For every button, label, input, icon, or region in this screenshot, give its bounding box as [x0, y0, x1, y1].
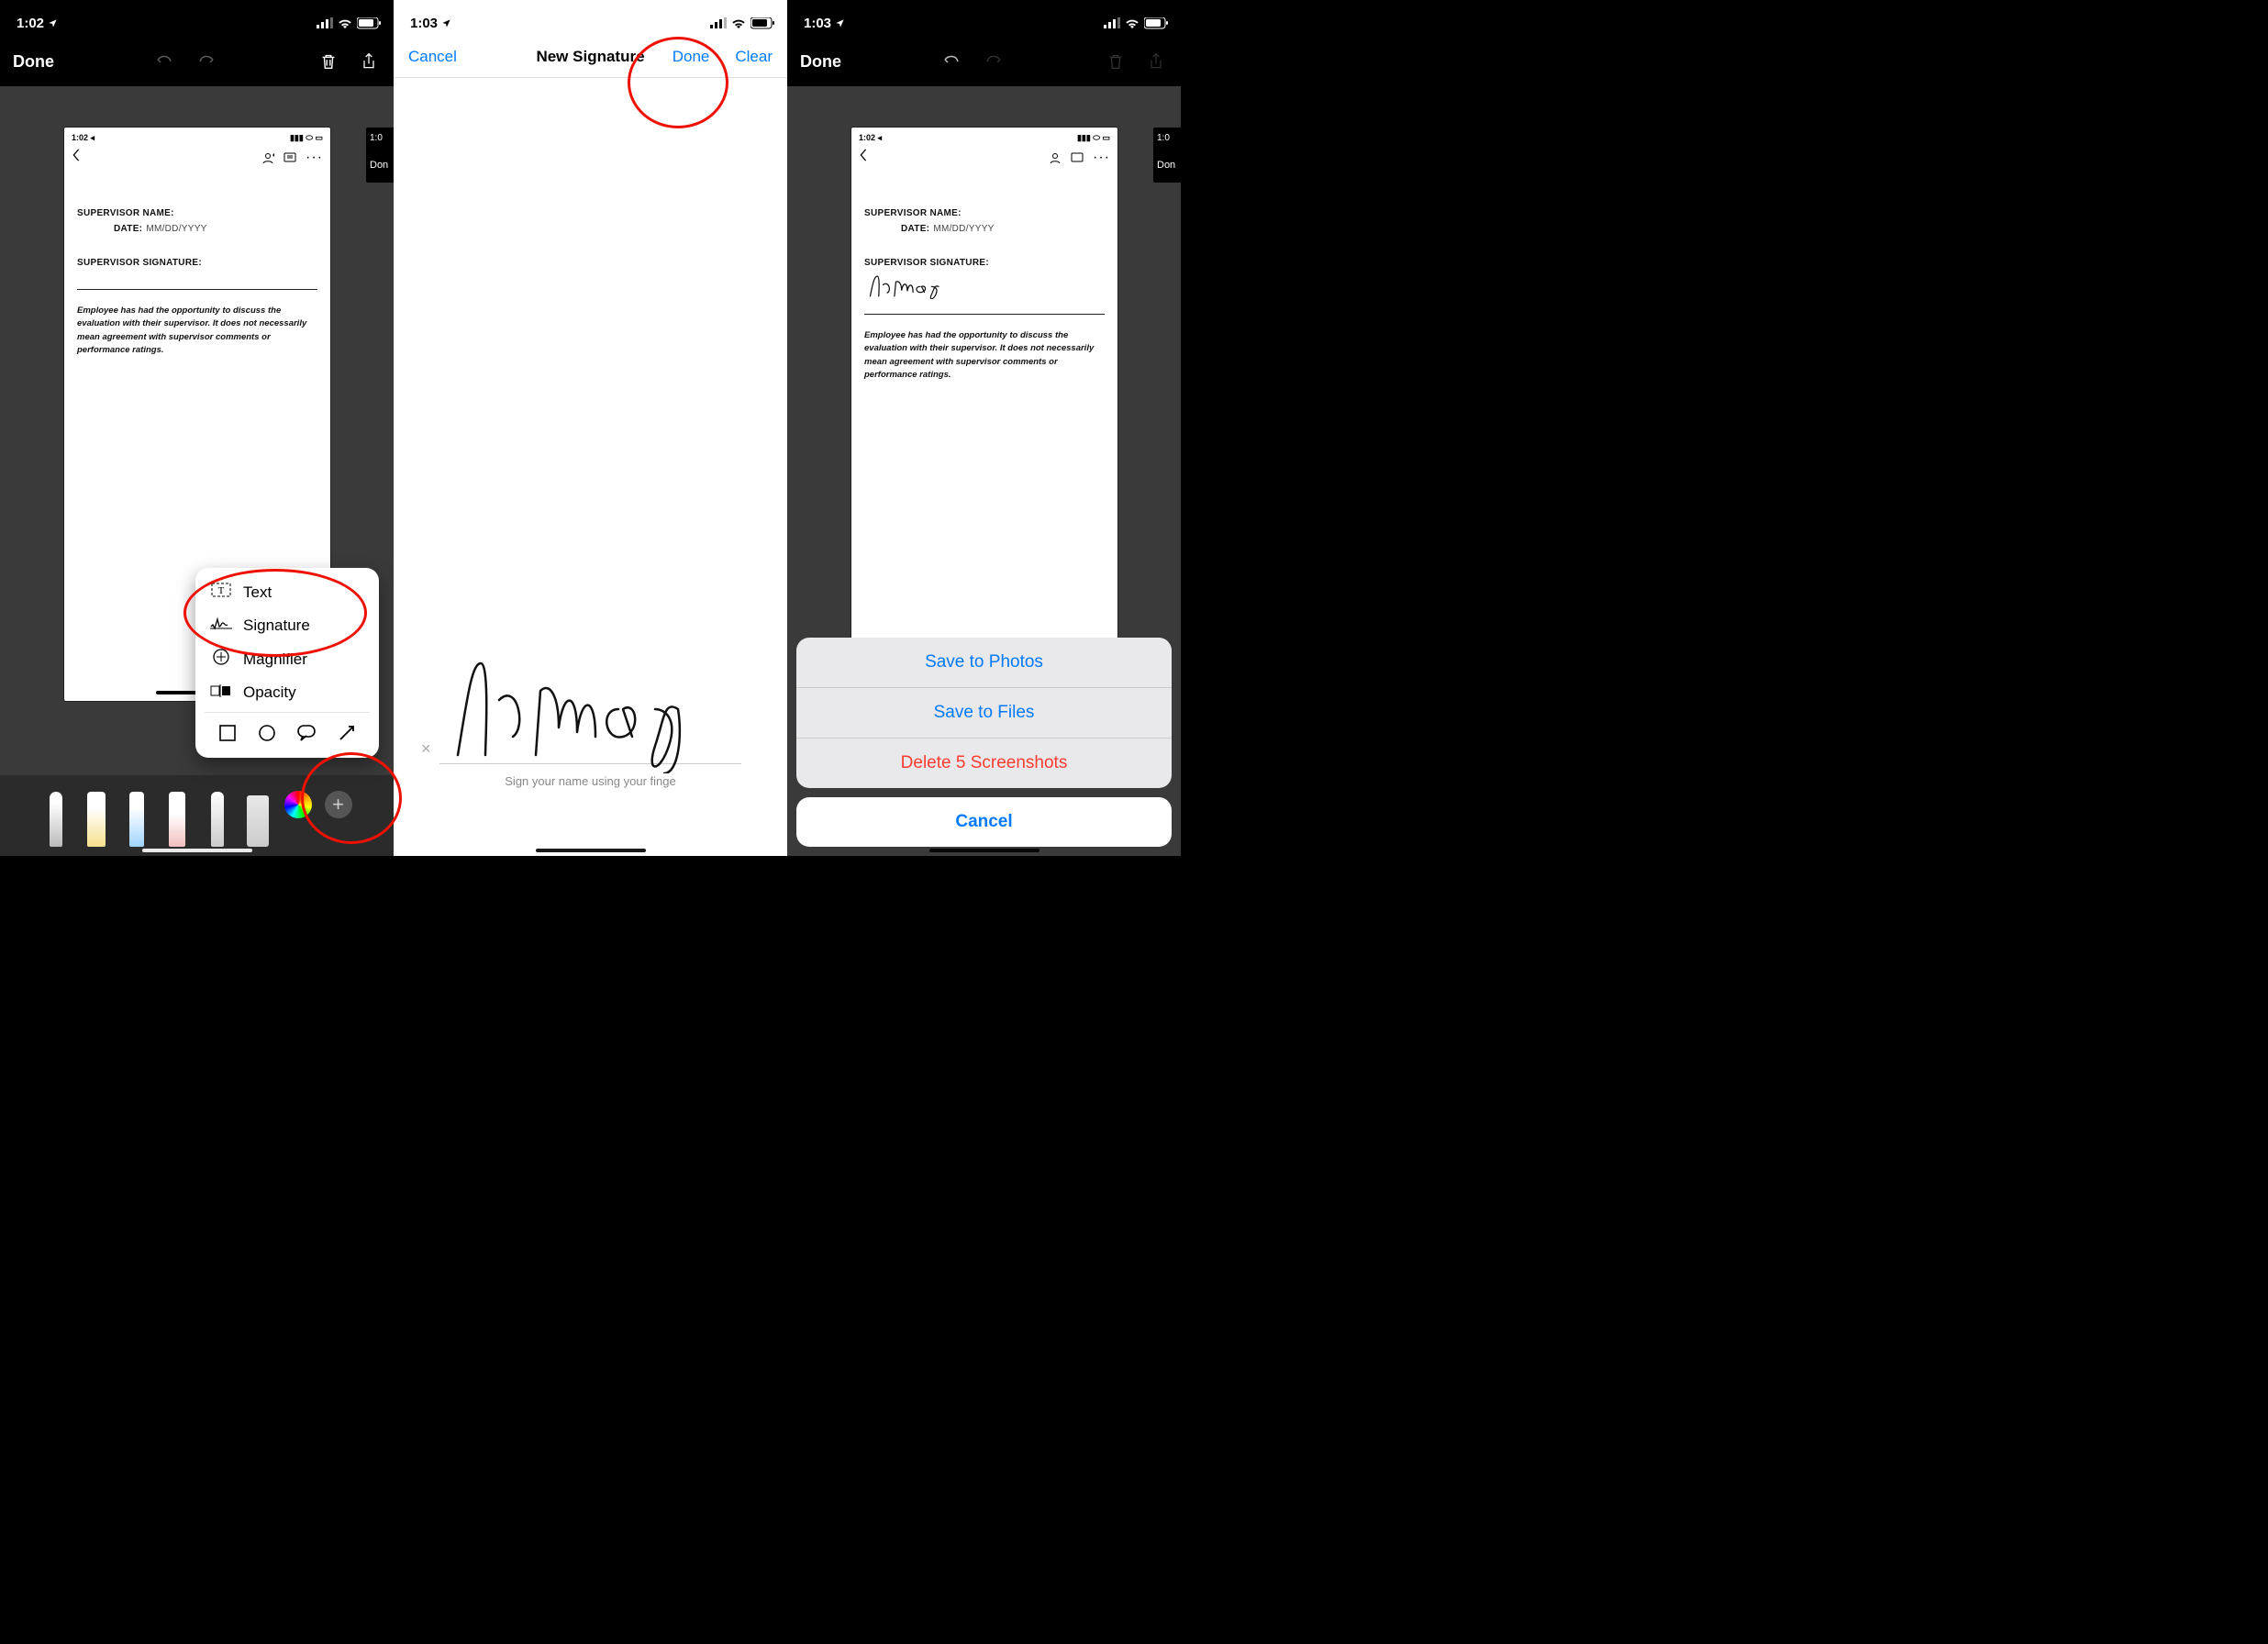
tool-pen[interactable]: [42, 786, 70, 847]
save-to-photos-button[interactable]: Save to Photos: [796, 638, 1172, 688]
signature-canvas[interactable]: × Sign your name using your finge: [394, 92, 787, 856]
x-mark: ×: [421, 739, 431, 759]
signature-line: [864, 298, 1105, 315]
cancel-button[interactable]: Cancel: [796, 797, 1172, 847]
location-icon: [835, 18, 845, 28]
done-button[interactable]: Done: [673, 48, 710, 66]
tool-ruler[interactable]: [244, 786, 272, 847]
home-indicator-icon: [929, 849, 1040, 852]
shape-arrow-icon[interactable]: [338, 724, 356, 747]
color-picker[interactable]: [284, 791, 312, 818]
popup-signature[interactable]: Signature: [195, 609, 379, 641]
done-button[interactable]: Done: [13, 52, 54, 72]
status-time: 1:02: [17, 16, 44, 31]
wifi-icon: [731, 17, 746, 28]
undo-icon[interactable]: [153, 50, 177, 73]
markup-navbar: Done: [787, 37, 1181, 86]
signature-icon: [210, 616, 232, 635]
field-date: DATE: MM/DD/YYYY: [114, 224, 317, 234]
trash-icon[interactable]: [1104, 50, 1128, 73]
right-pane: 1:03 Done 1:02 ◂ ▮▮▮ ⬭ ▭: [787, 0, 1181, 856]
cell-signal-icon: [317, 17, 333, 28]
home-indicator-icon: [142, 849, 252, 852]
popup-text[interactable]: T Text: [195, 575, 379, 609]
wifi-icon: [1125, 17, 1140, 28]
more-icon: ···: [306, 150, 323, 166]
tool-lasso[interactable]: [204, 786, 231, 847]
clear-button[interactable]: Clear: [735, 48, 773, 66]
popup-opacity[interactable]: Opacity: [195, 677, 379, 708]
battery-icon: [357, 17, 381, 29]
battery-icon: [750, 17, 774, 29]
delete-screenshots-button[interactable]: Delete 5 Screenshots: [796, 739, 1172, 788]
home-indicator-icon: [536, 849, 646, 852]
disclaimer-text: Employee has had the opportunity to disc…: [77, 305, 317, 357]
thumb-status-bar: 1:02 ◂ ▮▮▮ ⬭ ▭: [64, 128, 330, 145]
next-thumbnail-sliver[interactable]: 1:0 Don: [1153, 128, 1181, 183]
add-person-icon: [261, 152, 274, 163]
field-supervisor-name: SUPERVISOR NAME:: [77, 208, 317, 218]
shape-square-icon[interactable]: [218, 724, 237, 747]
share-icon[interactable]: [357, 50, 381, 73]
undo-icon[interactable]: [940, 50, 964, 73]
share-icon[interactable]: [1144, 50, 1168, 73]
center-pane: 1:03 Cancel New Signature Done Clear × S…: [394, 0, 787, 856]
shape-speech-icon[interactable]: [296, 724, 317, 747]
disclaimer-text: Employee has had the opportunity to disc…: [864, 329, 1105, 382]
screenshot-thumbnail[interactable]: 1:02 ◂ ▮▮▮ ⬭ ▭ ··· SUPERVISOR NAME: DATE…: [851, 128, 1117, 641]
trash-icon[interactable]: [317, 50, 340, 73]
shape-circle-icon[interactable]: [258, 724, 276, 747]
insert-popup: T Text Signature Magnifier Opac: [195, 568, 379, 758]
field-signature: SUPERVISOR SIGNATURE:: [77, 258, 317, 268]
tool-pencil[interactable]: [123, 786, 150, 847]
redo-icon[interactable]: [194, 50, 217, 73]
tool-dock: +: [0, 775, 394, 856]
comment-icon: [284, 152, 296, 163]
svg-text:T: T: [218, 585, 225, 596]
markup-navbar: Done: [0, 37, 394, 86]
thumb-status-bar: 1:02 ◂ ▮▮▮ ⬭ ▭: [851, 128, 1117, 145]
location-icon: [441, 18, 451, 28]
signature-hint: Sign your name using your finge: [394, 774, 787, 788]
handwritten-signature: [449, 645, 724, 773]
status-time: 1:03: [410, 16, 438, 31]
back-icon: [72, 149, 81, 166]
signature-navbar: Cancel New Signature Done Clear: [394, 37, 787, 78]
status-bar: 1:03: [787, 0, 1181, 37]
markup-stage[interactable]: 1:02 ◂ ▮▮▮ ⬭ ▭ ··· SUPERVISOR NAME: DATE…: [0, 86, 394, 856]
field-signature: SUPERVISOR SIGNATURE:: [864, 258, 1105, 268]
next-thumbnail-sliver[interactable]: 1:0 Don: [366, 128, 394, 183]
cancel-button[interactable]: Cancel: [408, 48, 457, 66]
cell-signal-icon: [1104, 17, 1120, 28]
field-supervisor-name: SUPERVISOR NAME:: [864, 208, 1105, 218]
save-to-files-button[interactable]: Save to Files: [796, 688, 1172, 739]
left-pane: 1:02 Done: [0, 0, 394, 856]
status-bar: 1:03: [394, 0, 787, 37]
placed-signature: [864, 273, 956, 299]
field-date: DATE: MM/DD/YYYY: [901, 224, 1105, 234]
battery-icon: [1144, 17, 1168, 29]
text-icon: T: [210, 582, 232, 603]
back-icon: [859, 149, 868, 166]
redo-icon[interactable]: [981, 50, 1005, 73]
status-time: 1:03: [804, 16, 831, 31]
opacity-icon: [210, 683, 232, 702]
add-person-icon: [1049, 152, 1062, 163]
popup-magnifier[interactable]: Magnifier: [195, 641, 379, 677]
status-bar: 1:02: [0, 0, 394, 37]
cell-signal-icon: [710, 17, 727, 28]
magnifier-icon: [210, 648, 232, 671]
wifi-icon: [338, 17, 352, 28]
location-icon: [48, 18, 58, 28]
more-icon: ···: [1093, 150, 1110, 166]
tool-eraser[interactable]: [163, 786, 191, 847]
tool-marker[interactable]: [83, 786, 110, 847]
done-button[interactable]: Done: [800, 52, 841, 72]
signature-line: [77, 273, 317, 290]
comment-icon: [1071, 152, 1084, 163]
action-sheet: Save to Photos Save to Files Delete 5 Sc…: [796, 638, 1172, 847]
add-button[interactable]: +: [325, 791, 352, 818]
